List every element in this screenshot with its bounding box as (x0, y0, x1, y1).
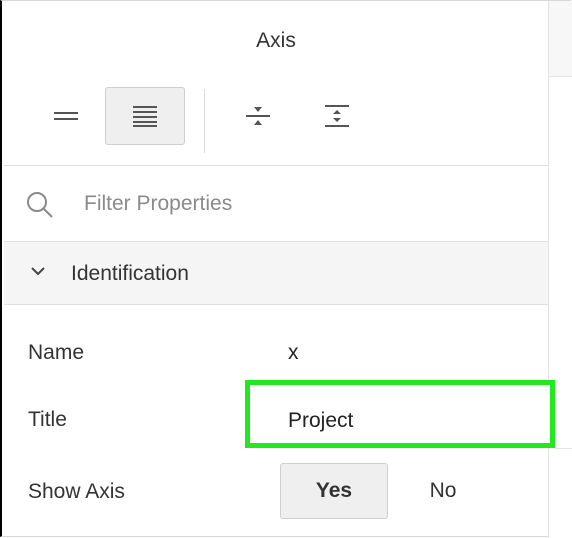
filter-placeholder: Filter Properties (84, 192, 233, 215)
panel-title: Axis (256, 29, 296, 52)
show-axis-yes-button[interactable]: Yes (280, 463, 388, 519)
collapse-all-icon (246, 107, 270, 125)
adjacent-panel-edge (548, 1, 572, 538)
search-icon (27, 192, 53, 218)
show-axis-no-button[interactable]: No (398, 463, 488, 519)
filter-properties-field[interactable]: Filter Properties (4, 165, 548, 241)
name-label: Name (28, 341, 85, 364)
expanded-view-button[interactable] (105, 87, 185, 145)
property-editor-panel: Axis Filter Properties Identification Na… (0, 0, 572, 538)
title-input-highlight[interactable]: Project (245, 380, 555, 448)
multi-lines-icon (133, 106, 157, 127)
section-identification-header[interactable]: Identification (4, 241, 548, 305)
collapse-all-button[interactable] (218, 87, 298, 145)
section-label: Identification (71, 262, 189, 285)
two-lines-icon (54, 112, 78, 120)
expand-all-icon (325, 105, 349, 127)
view-toolbar (4, 81, 548, 161)
expand-all-button[interactable] (297, 87, 377, 145)
row-divider (555, 448, 572, 449)
name-value: x (288, 341, 299, 364)
collapsed-view-button[interactable] (26, 87, 106, 145)
toolbar-separator (204, 89, 205, 153)
adjacent-tab[interactable] (549, 1, 572, 77)
chevron-down-icon (31, 267, 45, 276)
title-input-value: Project (288, 409, 354, 432)
show-axis-label: Show Axis (28, 480, 125, 503)
title-label: Title (28, 408, 67, 431)
